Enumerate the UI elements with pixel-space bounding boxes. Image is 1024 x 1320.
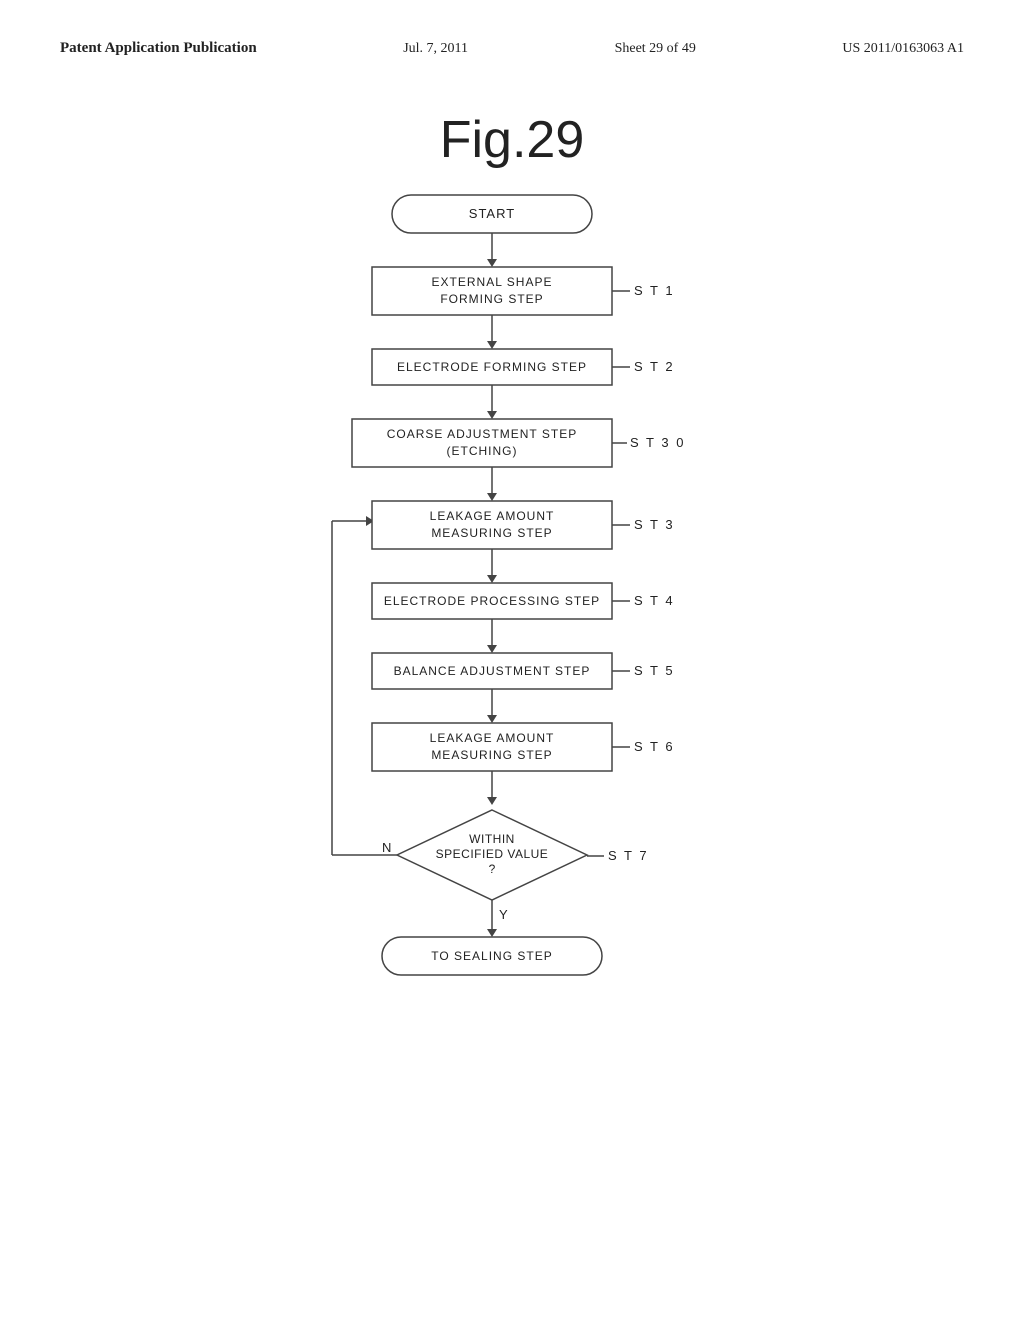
svg-text:S T 5: S T 5 — [634, 663, 675, 678]
svg-text:LEAKAGE AMOUNT: LEAKAGE AMOUNT — [430, 731, 555, 745]
header-publication: Patent Application Publication — [60, 40, 257, 57]
svg-text:MEASURING STEP: MEASURING STEP — [431, 526, 552, 540]
svg-text:EXTERNAL SHAPE: EXTERNAL SHAPE — [432, 275, 553, 289]
svg-text:ELECTRODE PROCESSING STEP: ELECTRODE PROCESSING STEP — [384, 594, 600, 608]
svg-text:?: ? — [489, 862, 496, 876]
svg-text:LEAKAGE AMOUNT: LEAKAGE AMOUNT — [430, 509, 555, 523]
svg-text:S T 3 0: S T 3 0 — [630, 435, 685, 450]
header-date: Jul. 7, 2011 — [403, 41, 468, 57]
header-patent: US 2011/0163063 A1 — [842, 41, 964, 57]
svg-text:(ETCHING): (ETCHING) — [447, 444, 518, 458]
svg-text:START: START — [469, 206, 515, 221]
svg-text:SPECIFIED VALUE: SPECIFIED VALUE — [436, 847, 549, 861]
svg-text:WITHIN: WITHIN — [469, 832, 515, 846]
page: Patent Application Publication Jul. 7, 2… — [0, 0, 1024, 1320]
svg-text:S T 3: S T 3 — [634, 517, 675, 532]
svg-text:COARSE ADJUSTMENT STEP: COARSE ADJUSTMENT STEP — [387, 427, 577, 441]
svg-text:TO SEALING STEP: TO SEALING STEP — [431, 949, 552, 963]
svg-text:Y: Y — [499, 907, 508, 922]
svg-text:N: N — [382, 840, 391, 855]
svg-text:S T 2: S T 2 — [634, 359, 675, 374]
header-sheet: Sheet 29 of 49 — [615, 41, 696, 57]
flowchart-svg: START EXTERNAL SHAPE FORMING STEP S T 1 … — [262, 185, 762, 1275]
svg-text:MEASURING STEP: MEASURING STEP — [431, 748, 552, 762]
svg-text:S T 1: S T 1 — [634, 283, 675, 298]
svg-text:S T 6: S T 6 — [634, 739, 675, 754]
svg-text:S T 7: S T 7 — [608, 848, 649, 863]
svg-text:BALANCE ADJUSTMENT STEP: BALANCE ADJUSTMENT STEP — [394, 664, 591, 678]
header: Patent Application Publication Jul. 7, 2… — [60, 40, 964, 57]
svg-text:ELECTRODE FORMING STEP: ELECTRODE FORMING STEP — [397, 360, 587, 374]
svg-text:FORMING STEP: FORMING STEP — [440, 292, 543, 306]
svg-text:S T 4: S T 4 — [634, 593, 675, 608]
figure-title: Fig.29 — [440, 110, 585, 170]
